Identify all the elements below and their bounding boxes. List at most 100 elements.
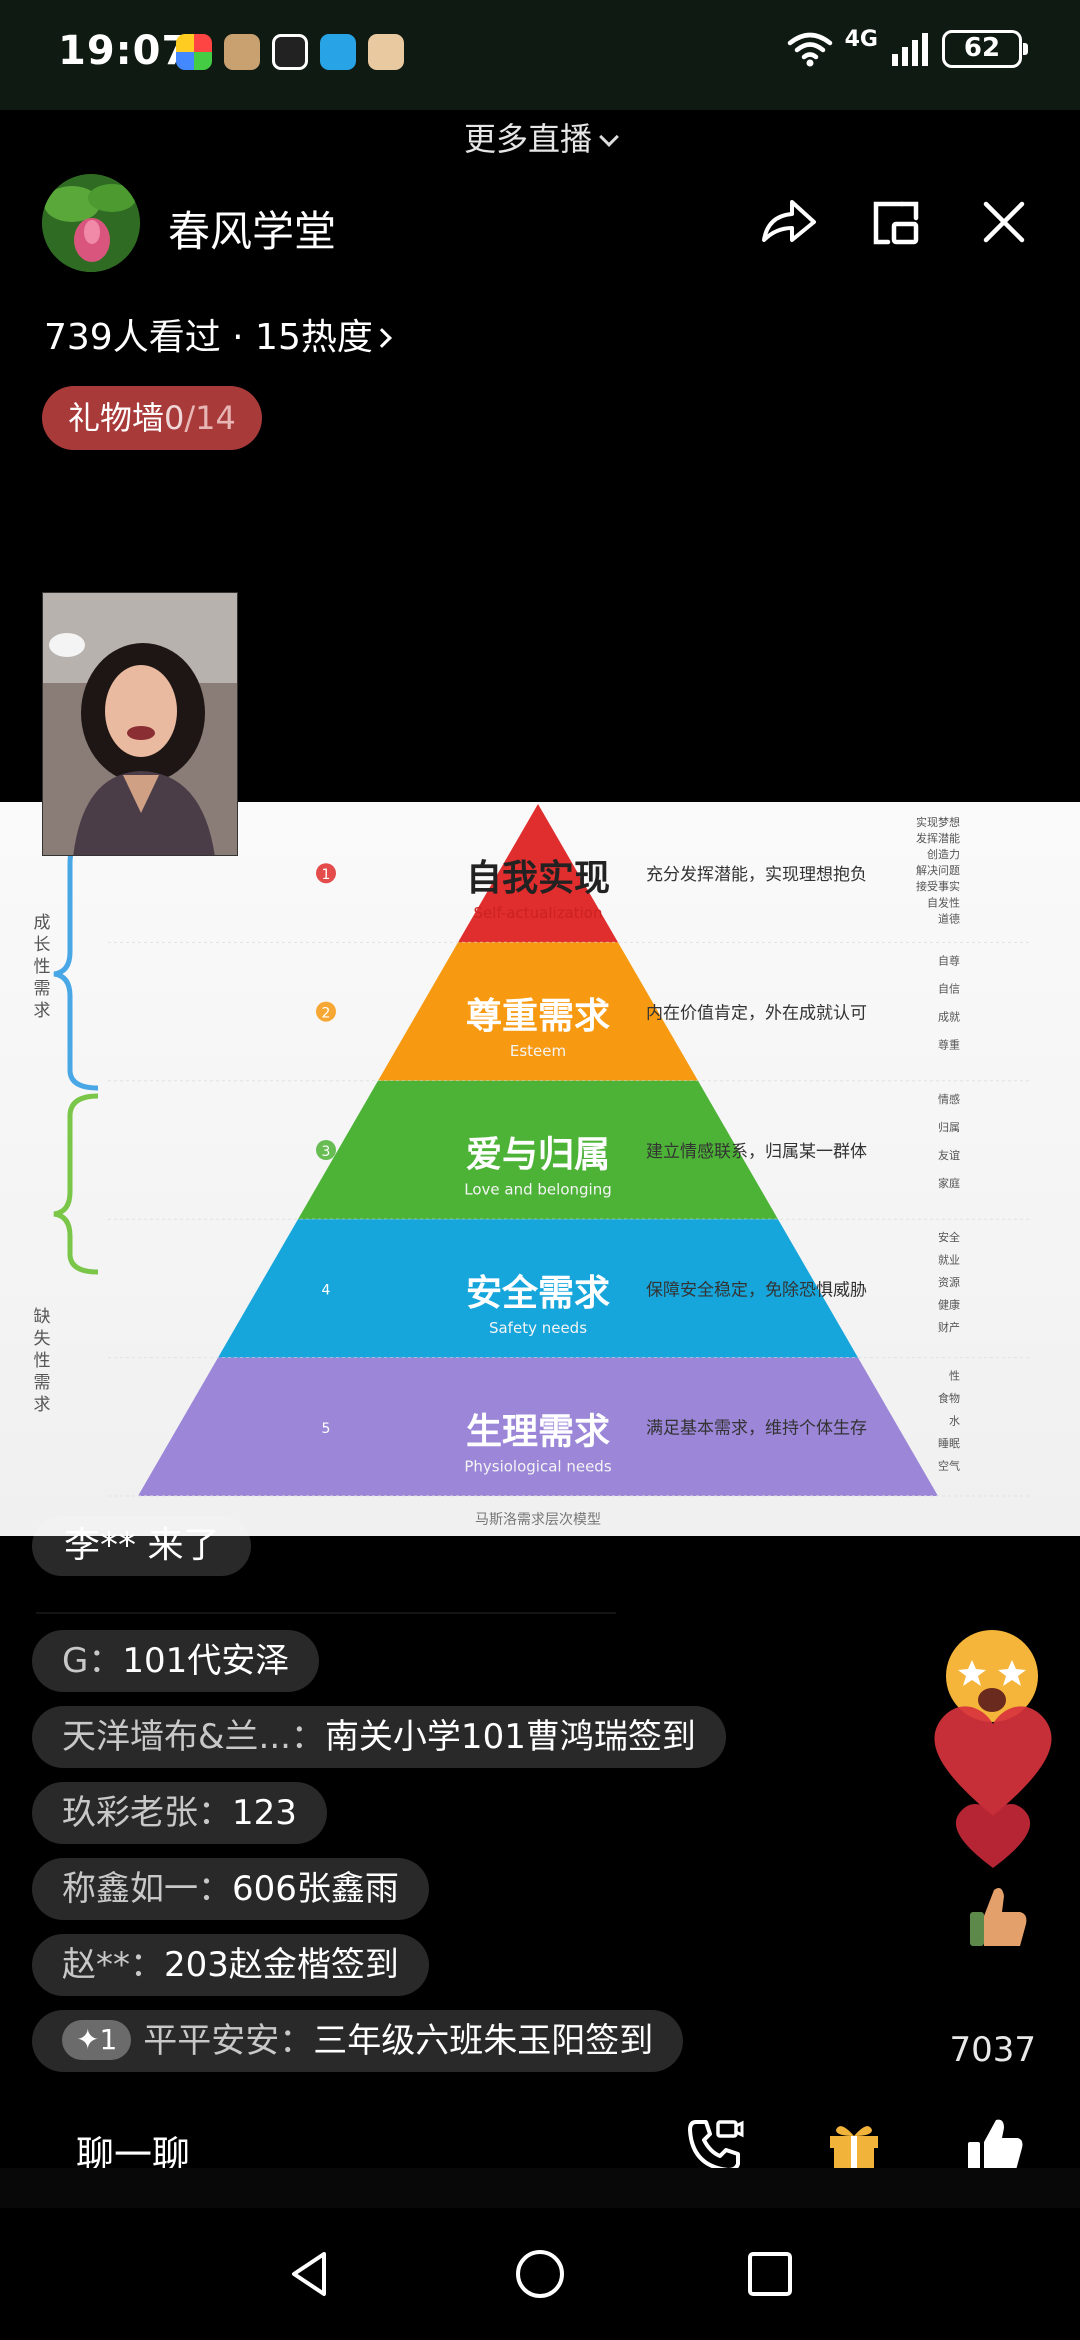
level-keyword: 友谊 <box>938 1148 960 1162</box>
comment-user: 平平安安： <box>143 2021 314 2061</box>
level-description: 建立情感联系，归属某一群体 <box>646 1142 867 1162</box>
host-camera-feed <box>43 593 237 855</box>
share-icon[interactable] <box>756 190 820 254</box>
level-description: 满足基本需求，维持个体生存 <box>646 1419 867 1439</box>
message-icon <box>320 34 356 70</box>
comment-user: 赵**： <box>62 1945 164 1985</box>
pyramid-layer-title: 安全需求 <box>466 1272 610 1314</box>
level-number: 4 <box>322 1282 331 1298</box>
comment-user: 玖彩老张： <box>62 1793 232 1833</box>
deficiency-needs-label-char: 性 <box>34 1351 51 1371</box>
chevron-right-icon <box>371 328 392 348</box>
pyramid-layer-subtitle: Love and belonging <box>464 1181 611 1199</box>
level-keyword: 创造力 <box>927 847 960 861</box>
viewer-stats[interactable]: 739人看过 · 15热度 <box>44 308 392 360</box>
growth-needs-label-char: 求 <box>34 1001 51 1021</box>
close-icon[interactable] <box>972 190 1036 254</box>
comment-item[interactable]: 称鑫如一：606张鑫雨 <box>32 1858 429 1920</box>
recents-icon[interactable] <box>740 2244 800 2304</box>
back-icon[interactable] <box>280 2244 340 2304</box>
pyramid-layer-subtitle: Physiological needs <box>464 1457 611 1475</box>
level-keyword: 归属 <box>938 1120 960 1134</box>
level-keyword: 成就 <box>938 1010 960 1024</box>
host-avatar[interactable] <box>42 174 140 272</box>
user-arrival-notice: 李** 来了 <box>32 1516 252 1576</box>
status-app-icons <box>176 34 404 70</box>
comment-text: 三年级六班朱玉阳签到 <box>313 2021 654 2061</box>
comment-text: 123 <box>232 1793 297 1833</box>
host-name[interactable]: 春风学堂 <box>168 198 336 259</box>
divider <box>36 1612 616 1614</box>
level-keyword: 道德 <box>938 911 960 925</box>
more-live-label: 更多直播 <box>463 120 592 158</box>
status-indicators: 4G 62 <box>787 27 1028 68</box>
fan-level-badge: ✦1 <box>62 2020 132 2060</box>
gift-wall-label: 礼物墙 <box>68 399 165 437</box>
battery-indicator: 62 <box>942 30 1028 68</box>
pyramid-layer-title: 生理需求 <box>466 1411 610 1452</box>
more-live-button[interactable]: 更多直播 <box>0 114 1080 160</box>
level-keyword: 安全 <box>938 1230 960 1244</box>
level-keyword: 健康 <box>938 1298 960 1312</box>
comment-user: 称鑫如一： <box>62 1869 232 1909</box>
level-keyword: 空气 <box>938 1459 960 1473</box>
comment-text: 606张鑫雨 <box>232 1869 399 1909</box>
deficiency-needs-label-char: 需 <box>34 1373 51 1393</box>
level-number: 1 <box>322 867 331 883</box>
level-number: 2 <box>322 1006 331 1022</box>
gift-wall-button[interactable]: 礼物墙0/14 <box>42 386 262 450</box>
level-description: 内在价值肯定，外在成就认可 <box>646 1004 867 1024</box>
live-video-stream[interactable]: 自我实现 Self-actualization 1 充分发挥潜能，实现理想抱负 实现梦想… <box>0 802 1080 1536</box>
deficiency-needs-label-char: 失 <box>34 1329 51 1349</box>
lotus-icon <box>42 174 140 272</box>
host-camera-pip[interactable] <box>42 592 238 856</box>
growth-needs-label-char: 成 <box>34 913 51 933</box>
level-keyword: 实现梦想 <box>916 815 960 829</box>
comment-item[interactable]: ✦1 平平安安：三年级六班朱玉阳签到 <box>32 2010 684 2072</box>
level-keyword: 财产 <box>938 1320 960 1334</box>
comment-item[interactable]: 赵**：203赵金楷签到 <box>32 1934 429 1996</box>
level-keyword: 解决问题 <box>916 863 960 877</box>
home-icon[interactable] <box>510 2244 570 2304</box>
level-keyword: 尊重 <box>938 1038 960 1052</box>
level-keyword: 就业 <box>938 1253 960 1267</box>
level-keyword: 家庭 <box>938 1176 960 1190</box>
comment-user: G： <box>62 1641 123 1681</box>
viewer-stats-text: 739人看过 · 15热度 <box>44 317 373 358</box>
status-bar: 19:07 4G 62 <box>0 0 1080 110</box>
like-effects <box>934 1630 1052 1946</box>
thumbs-up-emoji-icon <box>970 1888 1027 1946</box>
pyramid-layer-subtitle: Safety needs <box>489 1319 587 1337</box>
level-description: 充分发挥潜能，实现理想抱负 <box>646 865 867 885</box>
level-keyword: 水 <box>949 1415 960 1428</box>
level-keyword: 资源 <box>938 1275 960 1289</box>
level-description: 保障安全稳定，免除恐惧威胁 <box>646 1280 867 1300</box>
level-keyword: 性 <box>949 1369 960 1383</box>
comment-text: 203赵金楷签到 <box>164 1945 399 1985</box>
chevron-down-icon <box>599 127 619 147</box>
system-navigation-bar <box>0 2208 1080 2340</box>
growth-needs-label-char: 性 <box>34 957 51 977</box>
minimize-window-icon[interactable] <box>864 190 928 254</box>
bottom-divider <box>0 2168 1080 2208</box>
level-keyword: 食物 <box>938 1391 960 1405</box>
comment-item[interactable]: G：101代安泽 <box>32 1630 320 1692</box>
growth-needs-label-char: 长 <box>34 935 51 955</box>
level-number: 5 <box>322 1421 331 1437</box>
gift-wall-count: 0 <box>164 399 185 437</box>
deficiency-needs-bracket <box>53 1093 99 1275</box>
pyramid-layer-title: 自我实现 <box>466 858 610 899</box>
comment-text: 南关小学101曹鸿瑞签到 <box>324 1717 696 1757</box>
pyramid-layer-title: 尊重需求 <box>466 996 610 1037</box>
deficiency-needs-label-char: 缺 <box>34 1307 51 1327</box>
level-keyword: 接受事实 <box>916 879 960 893</box>
wifi-icon <box>787 32 832 67</box>
level-number: 3 <box>322 1144 331 1160</box>
level-keyword: 情感 <box>938 1093 960 1106</box>
comment-item[interactable]: 天洋墙布&兰...：南关小学101曹鸿瑞签到 <box>32 1706 726 1768</box>
growth-needs-label-char: 需 <box>34 979 51 999</box>
level-keyword: 自尊 <box>938 953 960 967</box>
app-icon <box>224 34 260 70</box>
comment-item[interactable]: 玖彩老张：123 <box>32 1782 327 1844</box>
maslow-slide: 自我实现 Self-actualization 1 充分发挥潜能，实现理想抱负 实现梦想… <box>34 804 1030 1528</box>
